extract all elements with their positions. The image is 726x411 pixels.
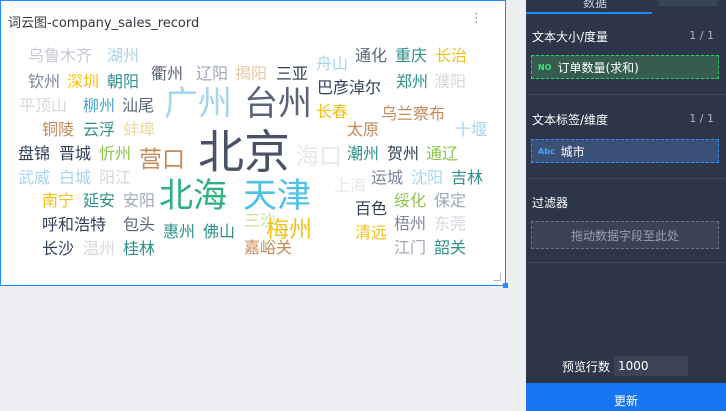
word-cloud-word[interactable]: 深圳: [67, 72, 99, 91]
word-cloud-word[interactable]: 广州: [164, 84, 232, 124]
word-cloud-word[interactable]: 东莞: [434, 214, 466, 233]
word-cloud-word[interactable]: 绥化: [394, 191, 426, 210]
word-cloud-word[interactable]: 南宁: [42, 191, 74, 210]
word-cloud-word[interactable]: 北京: [198, 125, 290, 179]
word-cloud-word[interactable]: 巴彦淖尔: [317, 78, 381, 97]
word-cloud-word[interactable]: 海口: [296, 144, 342, 170]
word-cloud-word[interactable]: 清远: [355, 223, 387, 242]
word-cloud-word[interactable]: 长治: [435, 46, 467, 65]
measure-field-order-quantity[interactable]: NO 订单数量(求和): [531, 55, 719, 79]
word-cloud-word[interactable]: 保定: [434, 191, 466, 210]
word-cloud-word[interactable]: 武威: [18, 168, 50, 187]
word-cloud-word[interactable]: 营口: [139, 147, 185, 173]
word-cloud-word[interactable]: 佛山: [203, 222, 235, 241]
word-cloud-word[interactable]: 台州: [244, 84, 312, 124]
word-cloud-word[interactable]: 朝阳: [107, 72, 139, 91]
preview-rows-row: 预览行数: [526, 355, 726, 377]
word-cloud-word[interactable]: 揭阳: [235, 64, 267, 83]
word-cloud-word[interactable]: 吉林: [451, 168, 483, 187]
word-cloud-word[interactable]: 阳江: [99, 168, 131, 187]
word-cloud: 乌鲁木齐 湖州衢州 辽阳 揭阳 三亚舟山 通化 重庆 长治钦州 深圳 朝阳 巴彦淖尔 郑州 濮阳平顶山柳…: [18, 46, 487, 258]
word-cloud-word[interactable]: 濮阳: [434, 72, 466, 91]
word-cloud-word[interactable]: 温州: [83, 239, 115, 258]
word-cloud-word[interactable]: 蚌埠: [123, 120, 155, 139]
word-cloud-word[interactable]: 长春: [316, 102, 348, 121]
word-cloud-word[interactable]: 惠州: [163, 222, 195, 241]
size-measure-heading: 文本大小/度量: [532, 30, 609, 44]
resize-anchor[interactable]: [503, 283, 508, 288]
filter-heading: 过滤器: [532, 196, 569, 210]
label-dimension-heading: 文本标签/维度: [532, 113, 609, 127]
word-cloud-word[interactable]: 平顶山: [19, 96, 67, 115]
measure-field-label: 订单数量(求和): [557, 60, 639, 75]
chart-card[interactable]: 乌鲁木齐 湖州 衢州 辽阳 揭阳 三亚 舟山 通化 重庆 长治钦州 深圳 朝阳 巴彦淖尔 郑州 濮阳平顶山柳…: [0, 0, 508, 288]
resize-handle-icon[interactable]: [493, 273, 501, 281]
word-cloud-word[interactable]: 百色: [355, 199, 387, 218]
word-cloud-word[interactable]: 云浮: [83, 120, 115, 139]
word-cloud-word[interactable]: 包头: [123, 215, 155, 234]
word-cloud-word[interactable]: 郑州: [396, 72, 428, 91]
word-cloud-word[interactable]: 天津: [243, 176, 311, 216]
preview-rows-input[interactable]: [614, 356, 688, 376]
config-panel: 数据 文本大小/度量 1 / 1 NO 订单数量(求和) 文本标签/维度 1 /…: [526, 0, 726, 411]
word-cloud-word[interactable]: 三亚: [276, 64, 308, 83]
size-measure-count: 1 / 1: [689, 29, 714, 42]
word-cloud-word[interactable]: 北海: [159, 176, 227, 216]
word-cloud-word[interactable]: 潮州: [347, 144, 379, 163]
word-cloud-word[interactable]: 辽阳: [196, 64, 228, 83]
word-cloud-word[interactable]: 太原: [347, 120, 379, 139]
word-cloud-word[interactable]: 柳州: [83, 96, 115, 115]
word-cloud-word[interactable]: 呼和浩特: [42, 215, 106, 234]
word-cloud-word[interactable]: 乌鲁木齐: [28, 46, 92, 65]
text-type-icon: Abc: [538, 146, 555, 156]
word-cloud-word[interactable]: 汕尾: [122, 96, 154, 115]
numeric-type-icon: NO: [538, 62, 552, 72]
tab-style[interactable]: [658, 0, 718, 6]
more-menu-icon[interactable]: ⋮: [470, 11, 483, 27]
word-cloud-word[interactable]: 贺州: [387, 144, 419, 163]
dimension-field-label: 城市: [560, 144, 585, 159]
divider: [526, 178, 726, 179]
word-cloud-word[interactable]: 湖州: [107, 46, 139, 65]
divider: [526, 94, 726, 95]
word-cloud-word[interactable]: 延安: [83, 191, 115, 210]
word-cloud-word[interactable]: 乌兰察布: [381, 104, 445, 123]
word-cloud-word[interactable]: 盘锦: [18, 144, 50, 163]
word-cloud-word[interactable]: 上海: [334, 176, 366, 195]
word-cloud-word[interactable]: 十堰: [455, 120, 487, 139]
word-cloud-word[interactable]: 长沙: [42, 239, 74, 258]
dimension-field-city[interactable]: Abc 城市: [531, 139, 719, 163]
panel-tabs: 数据: [526, 0, 726, 14]
divider: [526, 262, 726, 263]
preview-rows-label: 预览行数: [562, 360, 611, 374]
active-tab-indicator: [526, 12, 652, 14]
word-cloud-word[interactable]: 韶关: [434, 238, 466, 257]
update-button[interactable]: 更新: [526, 383, 726, 411]
word-cloud-word[interactable]: 铜陵: [42, 120, 74, 139]
word-cloud-word[interactable]: 江门: [394, 238, 426, 257]
word-cloud-word[interactable]: 嘉峪关: [244, 238, 292, 257]
word-cloud-word[interactable]: 晋城: [59, 144, 91, 163]
word-cloud-word[interactable]: 梧州: [394, 214, 426, 233]
word-cloud-word[interactable]: 重庆: [395, 46, 427, 65]
filter-dropzone[interactable]: 拖动数据字段至此处: [531, 221, 719, 249]
word-cloud-word[interactable]: 忻州: [99, 144, 131, 163]
word-cloud-word[interactable]: 通辽: [426, 144, 458, 163]
word-cloud-word[interactable]: 通化: [355, 46, 387, 65]
word-cloud-word[interactable]: 桂林: [123, 239, 155, 258]
word-cloud-word[interactable]: 安阳: [123, 191, 155, 210]
tab-data[interactable]: 数据: [583, 0, 607, 11]
word-cloud-word[interactable]: 白城: [59, 168, 91, 187]
chart-title: 词云图-company_sales_record: [8, 16, 200, 31]
word-cloud-word[interactable]: 沈阳: [411, 168, 443, 187]
label-dimension-count: 1 / 1: [689, 112, 714, 125]
word-cloud-word[interactable]: 衢州: [151, 64, 183, 83]
word-cloud-word[interactable]: 运城: [371, 168, 403, 187]
word-cloud-word[interactable]: 钦州: [28, 72, 60, 91]
word-cloud-word[interactable]: 舟山: [316, 54, 348, 73]
